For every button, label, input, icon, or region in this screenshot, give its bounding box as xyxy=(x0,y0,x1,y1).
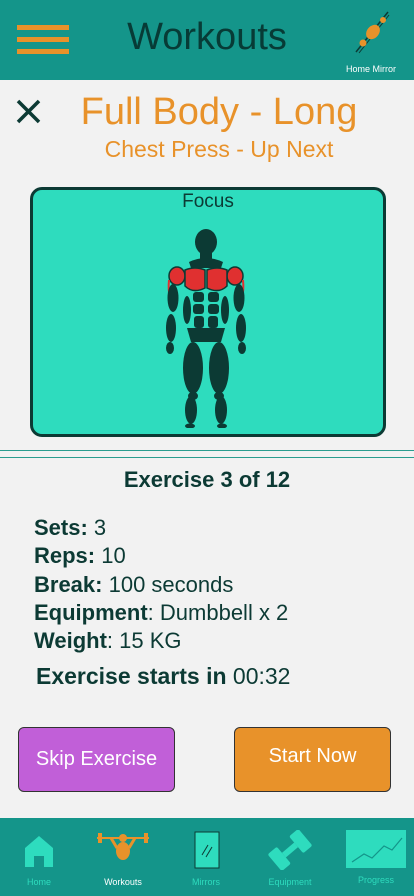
countdown: Exercise starts in 00:32 xyxy=(36,663,290,690)
muscle-right-shoulder xyxy=(226,266,244,286)
tab-workouts[interactable]: Workouts xyxy=(85,818,161,896)
start-now-button[interactable]: Start Now xyxy=(234,727,391,792)
sets-value: 3 xyxy=(87,515,107,540)
body-head xyxy=(195,229,217,255)
skip-exercise-label: Skip Exercise xyxy=(35,748,158,770)
home-mirror-button[interactable]: Home Mirror xyxy=(328,8,414,76)
break-value: 100 seconds xyxy=(102,571,234,597)
up-next-subtitle: Chest Press - Up Next xyxy=(104,136,334,162)
progress-chart-icon xyxy=(346,830,406,868)
skip-exercise-button[interactable]: Skip Exercise xyxy=(18,727,175,792)
weightlifter-icon xyxy=(97,833,149,860)
divider xyxy=(0,457,414,458)
sets-row: Sets: 3 xyxy=(34,514,288,542)
tab-mirrors-label: Mirrors xyxy=(192,877,220,887)
workout-title: Full Body - Long xyxy=(80,91,358,133)
weight-row: Weight: 15 KG xyxy=(34,627,288,655)
reps-row: Reps: 10 xyxy=(34,542,288,570)
muscle-chest-left xyxy=(184,267,206,292)
close-icon[interactable] xyxy=(14,96,44,126)
tab-progress-label: Progress xyxy=(357,875,394,885)
muscle-chest-right xyxy=(206,267,228,292)
mirror-icon xyxy=(194,831,220,869)
tab-home[interactable]: Home xyxy=(0,818,78,896)
app-header: Workouts Home Mirror xyxy=(0,0,414,80)
equipment-label: Equipment xyxy=(34,599,148,625)
break-row: Break: 100 seconds xyxy=(34,571,288,599)
tab-equipment[interactable]: Equipment xyxy=(252,818,328,896)
exercise-details: Sets: 3 Reps: 10 Break: 100 seconds Equi… xyxy=(34,514,288,655)
muscle-left-shoulder xyxy=(168,266,186,286)
start-now-label: Start Now xyxy=(268,745,357,767)
countdown-timer: 00:32 xyxy=(226,663,291,689)
tab-mirrors[interactable]: Mirrors xyxy=(168,818,244,896)
exercise-progress: Exercise 3 of 12 xyxy=(123,467,291,492)
equipment-row: Equipment: Dumbbell x 2 xyxy=(34,599,288,627)
weight-value: : 15 KG xyxy=(106,628,182,654)
weight-label: Weight xyxy=(34,628,107,654)
dumbbell-icon xyxy=(268,830,312,870)
sets-label: Sets: xyxy=(34,515,88,540)
focus-card: Focus xyxy=(30,187,386,437)
tab-workouts-label: Workouts xyxy=(104,877,142,887)
tab-progress[interactable]: Progress xyxy=(338,818,414,896)
countdown-label: Exercise starts in xyxy=(36,663,227,689)
equipment-value: : Dumbbell x 2 xyxy=(147,599,289,625)
reps-label: Reps: xyxy=(34,543,96,569)
break-label: Break: xyxy=(34,571,103,597)
tab-equipment-label: Equipment xyxy=(268,877,312,887)
home-icon xyxy=(25,836,53,867)
divider xyxy=(0,450,414,451)
home-mirror-icon xyxy=(355,11,390,54)
body-muscle-map xyxy=(166,229,246,428)
tab-home-label: Home xyxy=(26,877,51,887)
reps-value: 10 xyxy=(95,543,126,569)
bottom-tab-bar: Home Workouts Mirrors Equipment Progress xyxy=(0,818,414,896)
home-mirror-label: Home Mirror xyxy=(345,64,396,74)
focus-label: Focus xyxy=(182,191,234,212)
